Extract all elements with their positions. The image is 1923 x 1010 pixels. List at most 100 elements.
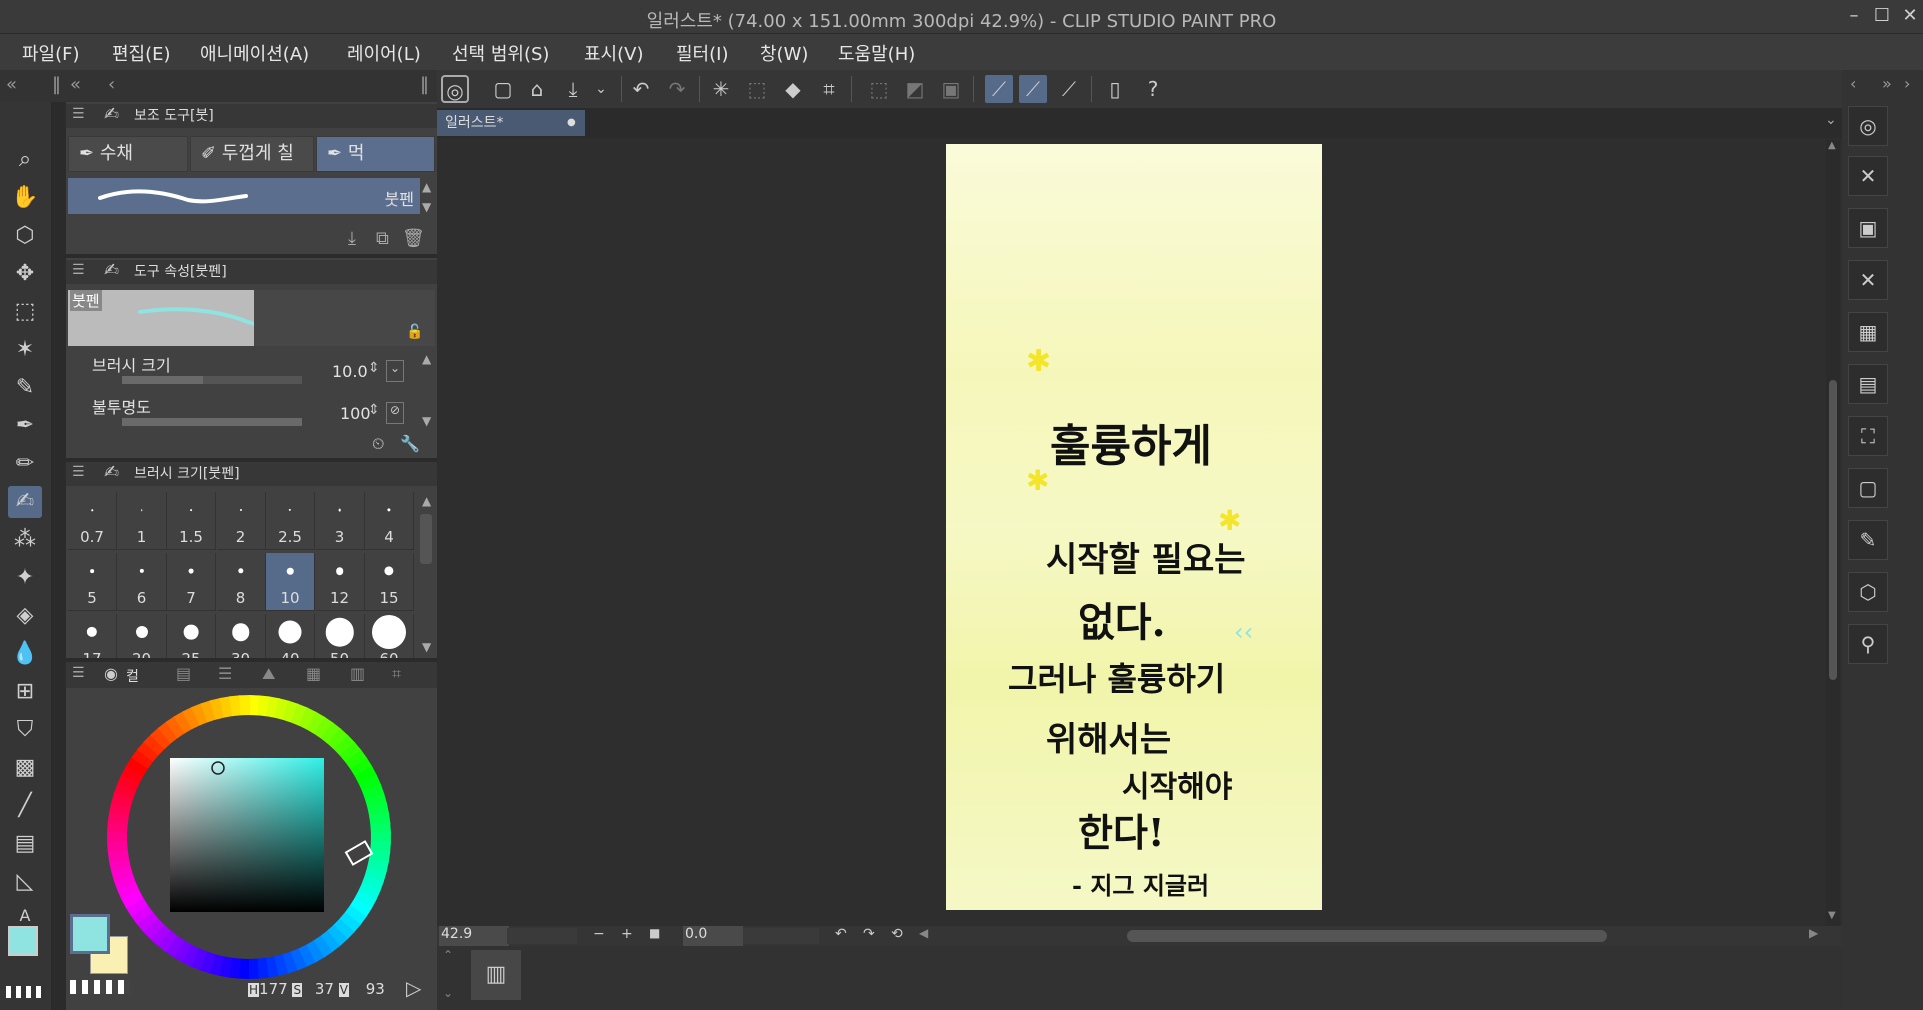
layer-search-icon[interactable]: ▢ [1848, 468, 1888, 508]
chevron-up-icon[interactable]: ⌃ [443, 948, 453, 962]
reset-rotation-icon[interactable]: ⟲ [891, 926, 903, 942]
import-icon[interactable]: ⤓ [348, 228, 356, 249]
main-color-swatch[interactable] [70, 914, 110, 954]
hand-tool-icon[interactable]: ✋ [8, 182, 42, 214]
brush-size-option[interactable]: 17 [68, 614, 117, 658]
blend-tool-icon[interactable]: 💧 [8, 638, 42, 670]
tab-ink[interactable]: ✒ 먹 [316, 136, 435, 172]
menu-icon[interactable]: ☰ [72, 464, 85, 480]
brush-size-option[interactable]: 7 [167, 553, 216, 611]
chevron-down-icon[interactable]: ⌄ [587, 75, 615, 103]
new-file-icon[interactable]: ▢ [489, 75, 517, 103]
tab-thick-paint[interactable]: ✐ 두껍게 칠 [190, 136, 314, 172]
brush-size-option[interactable]: 0.7 [68, 492, 117, 550]
brush-size-slider[interactable] [122, 376, 302, 384]
scroll-left-icon[interactable]: ◀ [919, 926, 928, 940]
pencil-tool-icon[interactable]: ✏ [8, 448, 42, 480]
frame-border-icon[interactable]: ▤ [8, 828, 42, 860]
color-tab-label[interactable]: 컬 [126, 666, 139, 686]
move-tool-icon[interactable]: ✥ [8, 258, 42, 290]
brush-size-option[interactable]: 5 [68, 553, 117, 611]
scroll-up-icon[interactable]: ▲ [422, 180, 431, 194]
menu-icon[interactable]: ☰ [72, 106, 85, 122]
snap-ruler-icon[interactable]: ⟋ [985, 75, 1013, 103]
fill-tool-icon[interactable]: ⛉ [8, 714, 42, 746]
selection-tool-icon[interactable]: ⬚ [8, 296, 42, 328]
clear-outside-icon[interactable]: ⬚ [743, 75, 771, 103]
scroll-up-icon[interactable]: ▲ [1828, 140, 1836, 151]
brush-size-option[interactable]: 15 [365, 553, 414, 611]
zoom-value[interactable]: 42.9 [439, 926, 509, 946]
airbrush-tool-icon[interactable]: ⁂ [8, 524, 42, 556]
menu-icon[interactable]: ☰ [72, 665, 85, 681]
unsaved-dot-icon[interactable]: ● [567, 110, 576, 136]
brush-size-option[interactable]: 1 [117, 492, 167, 550]
zoom-tool-icon[interactable]: ⌕ [8, 144, 42, 176]
tab-watercolor[interactable]: ✒ 수채 [68, 136, 188, 172]
auto-action-icon[interactable]: ⬡ [1848, 572, 1888, 612]
brush-tool-icon[interactable]: ✍ [8, 486, 42, 518]
smartphone-icon[interactable]: ▯ [1101, 75, 1129, 103]
material-icon[interactable]: ▣ [1848, 208, 1888, 248]
object-tool-icon[interactable]: ⬡ [8, 220, 42, 252]
stepper-icon[interactable]: ⇕ [368, 360, 380, 376]
menu-filter[interactable]: 필터(I) [676, 40, 728, 66]
brush-size-option[interactable]: 50 [316, 614, 365, 658]
chevron-left-icon[interactable]: ‹ [108, 74, 115, 95]
approx-color-tab-icon[interactable]: ▦ [306, 664, 321, 683]
color-mode-icon[interactable]: ▷ [406, 976, 421, 1000]
scroll-down-icon[interactable]: ▼ [422, 200, 431, 214]
panel-close-icon[interactable]: ✕ [1848, 156, 1888, 196]
scrollbar[interactable] [420, 514, 432, 564]
color-slider-tab-icon[interactable]: ▤ [176, 664, 191, 683]
scroll-down-icon[interactable]: ▼ [422, 414, 431, 428]
ruler-tool-icon[interactable]: ◺ [8, 866, 42, 898]
scroll-down-icon[interactable]: ▼ [1828, 910, 1836, 921]
layer-icon[interactable]: ▤ [1848, 364, 1888, 404]
scroll-up-icon[interactable]: ▲ [422, 494, 431, 508]
chevron-down-icon[interactable]: ⌄ [443, 986, 453, 1000]
magic-wand-icon[interactable]: ✶ [8, 334, 42, 366]
brush-size-option[interactable]: 2.5 [266, 492, 315, 550]
undo-icon[interactable]: ↶ [627, 75, 655, 103]
transparent-color-icon[interactable] [6, 986, 46, 998]
line-tool-icon[interactable]: ╱ [8, 790, 42, 822]
open-folder-icon[interactable]: ⌂ [523, 75, 551, 103]
brush-item-selected[interactable]: 붓펜 [68, 178, 420, 214]
menu-help[interactable]: 도움말(H) [838, 40, 915, 66]
opacity-slider[interactable] [122, 418, 302, 426]
menu-layer[interactable]: 레이어(L) [347, 40, 421, 66]
menu-view[interactable]: 표시(V) [584, 40, 643, 66]
clear-icon[interactable]: ✳ [707, 75, 735, 103]
brush-size-option[interactable]: 25 [167, 614, 216, 658]
opacity-value[interactable]: 100 [340, 404, 371, 423]
brush-size-option[interactable]: 10 [266, 553, 315, 611]
document-tab[interactable]: 일러스트* ● [437, 110, 585, 136]
double-chevron-right-icon[interactable]: » [1882, 74, 1892, 93]
rotation-slider[interactable] [743, 928, 819, 944]
brush-size-option[interactable]: 8 [216, 553, 266, 611]
color-wheel-tab-icon[interactable]: ◉ [104, 664, 118, 683]
3d-material-icon[interactable]: ⚲ [1848, 624, 1888, 664]
vertical-scrollbar[interactable]: ▲ ▼ [1826, 140, 1840, 926]
canvas-document[interactable]: ✱ ✱ ✱ ‹‹ 훌륭하게 시작할 필요는 없다. 그러나 훌륭하기 위해서는 … [946, 144, 1322, 910]
deselect-icon[interactable]: ⬚ [865, 75, 893, 103]
chevron-left-icon[interactable]: ‹ [1850, 74, 1856, 93]
brush-size-option[interactable]: 12 [315, 553, 365, 611]
brush-size-option[interactable]: 2 [216, 492, 266, 550]
brush-size-option[interactable]: 6 [117, 553, 167, 611]
transparent-color-icon[interactable] [70, 980, 130, 994]
color-set-tab-icon[interactable]: ☰ [218, 664, 232, 683]
eyedropper-icon[interactable]: ✎ [8, 372, 42, 404]
menu-animation[interactable]: 애니메이션(A) [200, 40, 309, 66]
clip-studio-icon[interactable]: ◎ [441, 75, 469, 103]
wrench-icon[interactable]: 🔧 [400, 434, 420, 453]
rotate-right-icon[interactable]: ↷ [863, 926, 875, 942]
chevron-right-icon[interactable]: › [1904, 74, 1910, 93]
maximize-button[interactable]: ☐ [1868, 4, 1896, 28]
text-tool-icon[interactable]: A [8, 900, 42, 925]
color-wheel[interactable] [104, 692, 394, 982]
intermediate-color-tab-icon[interactable]: ⛰ [262, 664, 275, 684]
scroll-right-icon[interactable]: ▶ [1809, 926, 1818, 940]
collapse-left-icon[interactable]: « [6, 74, 17, 95]
